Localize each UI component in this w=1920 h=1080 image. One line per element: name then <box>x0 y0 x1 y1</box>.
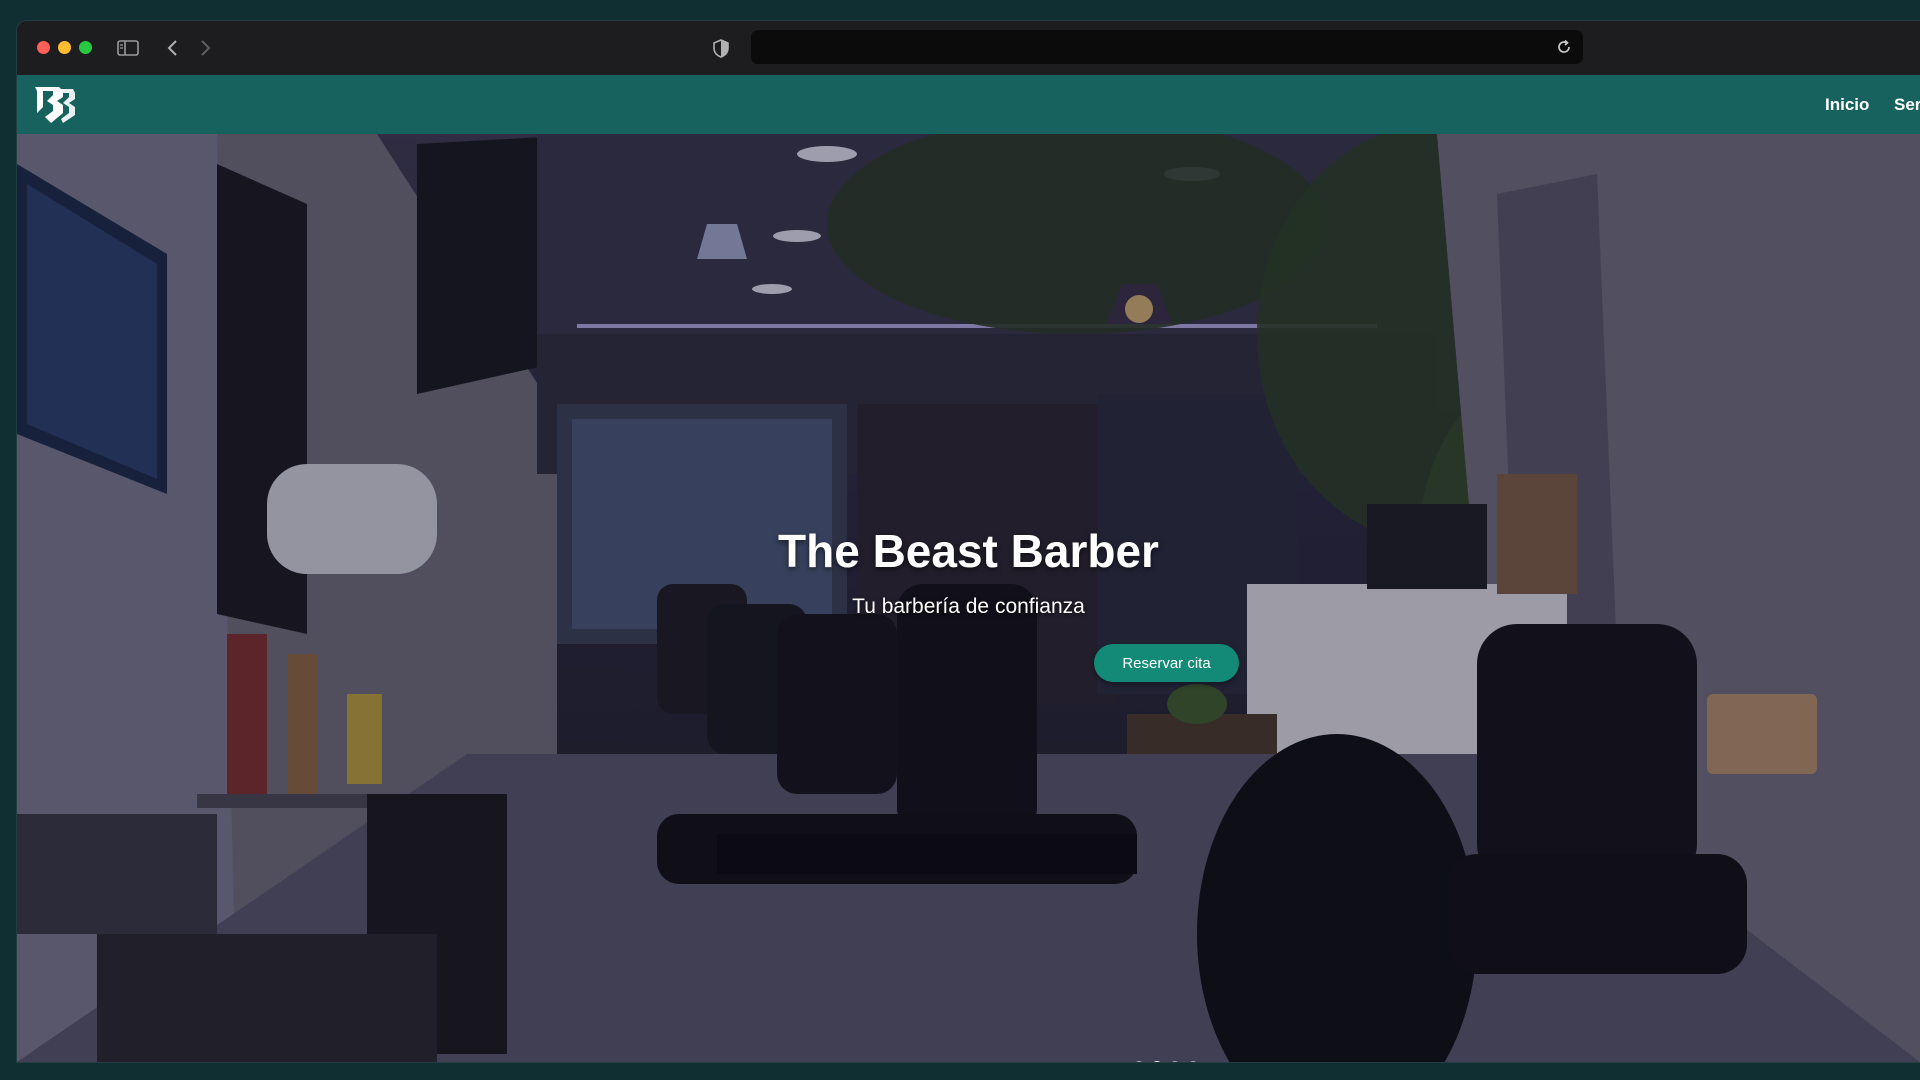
site-navbar: Inicio Ser <box>17 75 1920 134</box>
forward-arrow-icon[interactable] <box>197 36 215 60</box>
book-appointment-button[interactable]: Reservar cita <box>1094 644 1239 682</box>
maximize-window-button[interactable] <box>79 41 92 54</box>
reload-icon[interactable] <box>1555 38 1573 56</box>
hero-subtitle: Tu barbería de confianza <box>852 595 1085 618</box>
hero-carousel: The Beast Barber Tu barbería de confianz… <box>17 134 1920 1062</box>
carousel-dot-2[interactable] <box>1152 1061 1162 1062</box>
back-arrow-icon[interactable] <box>163 36 181 60</box>
browser-toolbar <box>17 21 1920 75</box>
nav-link-servicios[interactable]: Ser <box>1894 95 1920 115</box>
address-bar[interactable] <box>751 30 1583 64</box>
carousel-dot-4[interactable] <box>1188 1061 1198 1062</box>
minimize-window-button[interactable] <box>58 41 71 54</box>
carousel-dot-3[interactable] <box>1170 1061 1180 1062</box>
browser-window: Inicio Ser The Beast Barber Tu barbería … <box>17 21 1920 1062</box>
hero-title: The Beast Barber <box>778 525 1159 577</box>
sidebar-toggle-icon[interactable] <box>115 36 141 60</box>
carousel-indicators <box>1134 1061 1198 1062</box>
close-window-button[interactable] <box>37 41 50 54</box>
carousel-dot-1[interactable] <box>1134 1061 1144 1062</box>
shield-icon[interactable] <box>711 36 731 60</box>
nav-link-inicio[interactable]: Inicio <box>1825 95 1869 115</box>
brand-logo[interactable] <box>33 83 77 125</box>
